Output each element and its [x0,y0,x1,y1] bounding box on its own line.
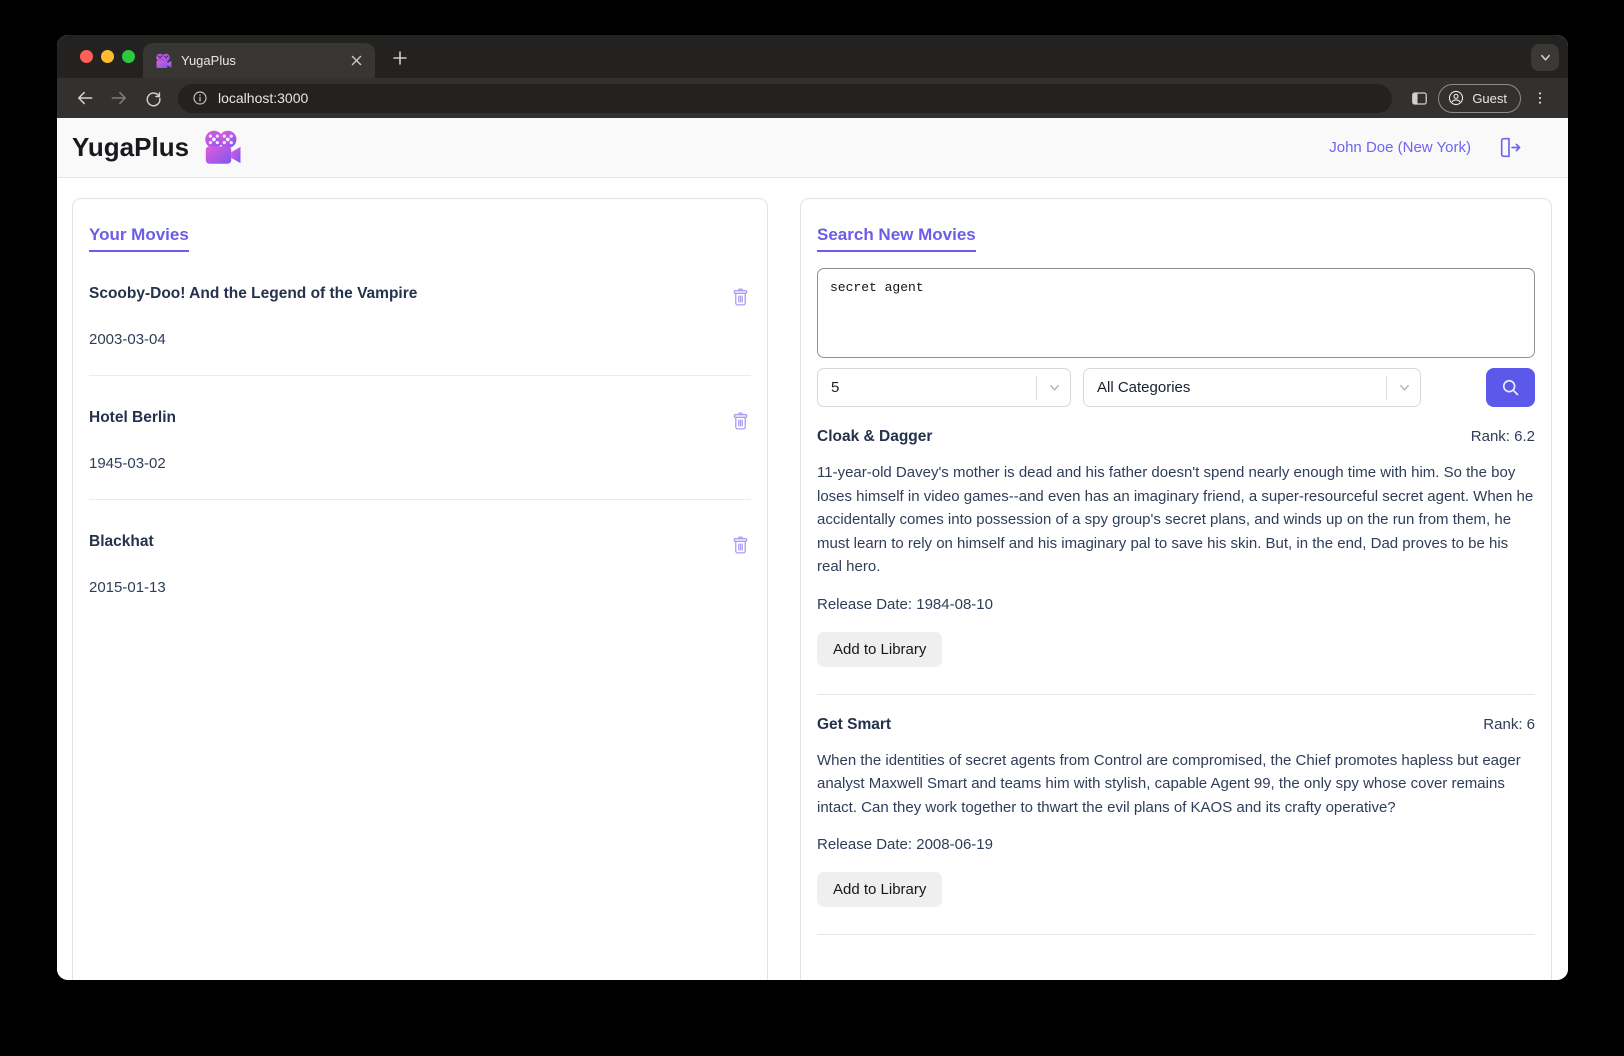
info-icon [193,91,207,105]
window-controls [80,50,135,63]
forward-button[interactable] [104,83,134,113]
result-release-date: Release Date: 1984-08-10 [817,596,1535,613]
main-content: Your Movies Scooby-Doo! And the Legend o… [57,178,1568,980]
delete-movie-button[interactable] [730,534,751,556]
site-header: YugaPlus John Doe (New York) [57,118,1568,178]
movie-title: Scooby-Doo! And the Legend of the Vampir… [89,285,418,302]
category-select[interactable]: All Categories [1083,368,1421,407]
movie-row: Blackhat 2015-01-13 [89,500,751,623]
your-movies-card: Your Movies Scooby-Doo! And the Legend o… [72,198,768,980]
side-panel-icon [1411,91,1427,105]
reload-button[interactable] [138,83,168,113]
browser-toolbar: localhost:3000 Guest [57,78,1568,118]
movie-release-date: 2015-01-13 [89,579,166,596]
movie-release-date: 1945-03-02 [89,455,166,472]
browser-tab-strip: YugaPlus [57,35,1568,78]
result-rank: Rank: 6.2 [1471,428,1535,445]
category-value: All Categories [1097,379,1191,396]
release-date-label: Release Date: [817,836,913,853]
kebab-menu-icon [1538,92,1542,104]
browser-window: YugaPlus localhost:3000 Guest YugaPlus J… [57,35,1568,980]
search-query-input[interactable]: secret agent [817,268,1535,358]
search-heading: Search New Movies [817,225,976,252]
profile-button[interactable]: Guest [1438,83,1521,113]
rank-label: Rank: [1470,428,1510,445]
delete-movie-button[interactable] [730,410,751,432]
forward-icon [111,91,126,105]
brand: YugaPlus [72,129,242,166]
chevron-down-icon [1386,375,1420,400]
search-movies-card: Search New Movies secret agent 5 All Cat… [800,198,1552,980]
result-title: Cloak & Dagger [817,428,933,445]
side-panel-button[interactable] [1404,83,1434,113]
search-icon [1502,379,1519,396]
movie-row: Scooby-Doo! And the Legend of the Vampir… [89,252,751,376]
release-date-label: Release Date: [817,595,913,613]
close-window-button[interactable] [80,50,93,63]
movie-row: Hotel Berlin 1945-03-02 [89,376,751,500]
back-button[interactable] [70,83,100,113]
your-movies-heading: Your Movies [89,225,189,252]
movie-title: Hotel Berlin [89,409,176,426]
release-date-value: 2008-06-19 [916,836,993,853]
brand-title: YugaPlus [72,132,190,162]
release-date-value: 1984-08-10 [916,595,993,613]
user-name-link[interactable]: John Doe (New York) [1329,139,1471,156]
result-limit-select[interactable]: 5 [817,368,1071,407]
rank-label: Rank: [1483,715,1523,733]
address-bar[interactable]: localhost:3000 [178,83,1393,113]
address-bar-url: localhost:3000 [218,90,309,106]
tab-close-icon[interactable] [347,52,365,70]
result-release-date: Release Date: 2008-06-19 [817,836,1535,853]
chevron-down-icon [1036,375,1070,400]
result-header: Cloak & Dagger Rank: 6.2 [817,428,1535,446]
browser-menu-button[interactable] [1525,83,1555,113]
search-result: Get Smart Rank: 6 When the identities of… [817,695,1535,935]
trash-icon [733,412,748,430]
logout-button[interactable] [1497,135,1522,160]
search-controls: 5 All Categories [817,368,1535,407]
search-result: Cloak & Dagger Rank: 6.2 11-year-old Dav… [817,407,1535,695]
desktop-background: YugaPlus localhost:3000 Guest YugaPlus J… [0,0,1624,1056]
add-to-library-button[interactable]: Add to Library [817,872,943,907]
movie-camera-icon [202,129,242,166]
result-header: Get Smart Rank: 6 [817,716,1535,734]
movie-info: Scooby-Doo! And the Legend of the Vampir… [89,285,417,348]
movie-info: Hotel Berlin 1945-03-02 [89,409,176,472]
user-area: John Doe (New York) [1329,135,1522,160]
zoom-window-button[interactable] [122,50,135,63]
tab-title: YugaPlus [181,53,236,68]
search-results: Cloak & Dagger Rank: 6.2 11-year-old Dav… [817,407,1535,935]
tab-favicon-movie-camera-icon [155,53,172,69]
person-icon [1449,90,1464,106]
movie-title: Blackhat [89,533,154,550]
rank-value: 6 [1526,715,1535,733]
new-tab-button[interactable] [389,47,411,69]
tab-list-chevron-button[interactable] [1531,44,1559,71]
profile-label: Guest [1472,90,1507,106]
page: YugaPlus John Doe (New York) Your Movies… [57,118,1568,980]
movie-release-date: 2003-03-04 [89,331,166,348]
movie-info: Blackhat 2015-01-13 [89,533,166,596]
minimize-window-button[interactable] [101,50,114,63]
result-description: When the identities of secret agents fro… [817,751,1521,816]
delete-movie-button[interactable] [730,286,751,308]
trash-icon [733,288,748,306]
trash-icon [733,536,748,554]
back-icon [78,91,93,105]
search-button[interactable] [1486,368,1535,407]
browser-tab[interactable]: YugaPlus [143,43,375,78]
result-title: Get Smart [817,715,892,733]
movie-list: Scooby-Doo! And the Legend of the Vampir… [89,252,751,623]
logout-icon [1500,137,1521,158]
rank-value: 6.2 [1514,428,1535,445]
result-rank: Rank: 6 [1483,716,1535,733]
result-description: 11-year-old Davey's mother is dead and h… [817,464,1534,575]
add-to-library-button[interactable]: Add to Library [817,631,943,667]
reload-icon [146,91,161,106]
result-limit-value: 5 [831,379,840,396]
